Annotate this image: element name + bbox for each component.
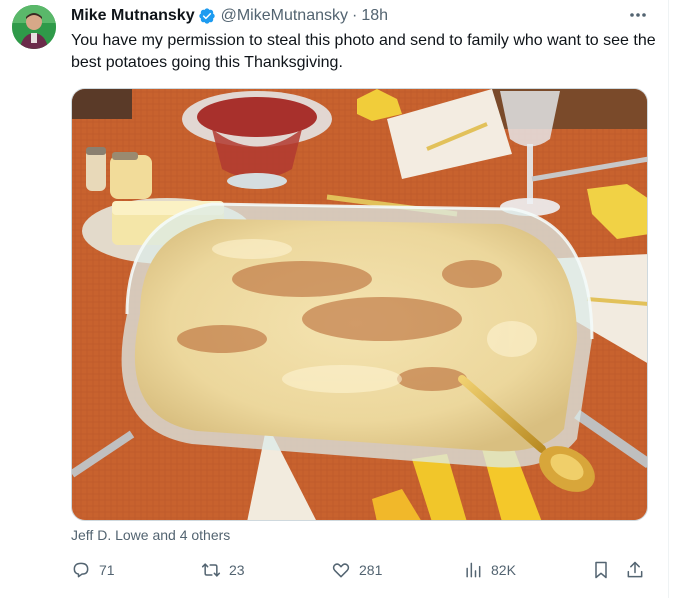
tweet-photo[interactable] [71,88,648,521]
more-icon[interactable] [626,4,650,26]
separator-dot: · [351,7,358,24]
repost-icon [201,563,221,577]
repost-button[interactable]: 23 [201,558,245,582]
liked-by-text[interactable]: Jeff D. Lowe and 4 others [71,527,230,543]
share-button[interactable] [625,558,653,582]
views-icon [466,562,481,578]
verified-badge-icon [198,7,216,25]
bookmark-icon [595,561,607,579]
tweet-text: You have my permission to steal this pho… [71,32,656,71]
repost-count: 23 [229,562,245,578]
tweet[interactable]: Mike Mutnansky @MikeMutnansky · 18h You … [0,0,669,598]
like-count: 281 [359,562,383,578]
bookmark-button[interactable] [591,558,619,582]
author-handle[interactable]: @MikeMutnansky [221,7,348,25]
reply-button[interactable]: 71 [71,558,115,582]
views-count: 82K [491,562,516,578]
tweet-actions: 71 23 281 82K [71,558,651,582]
like-icon [332,563,350,578]
avatar[interactable] [12,5,56,49]
reply-count: 71 [99,562,115,578]
views-button[interactable]: 82K [463,558,516,582]
author-name[interactable]: Mike Mutnansky [71,7,195,25]
like-button[interactable]: 281 [331,558,382,582]
share-icon [627,561,643,578]
tweet-header: Mike Mutnansky @MikeMutnansky · 18h [71,5,388,27]
reply-icon [73,562,89,578]
timestamp[interactable]: 18h [361,7,388,25]
